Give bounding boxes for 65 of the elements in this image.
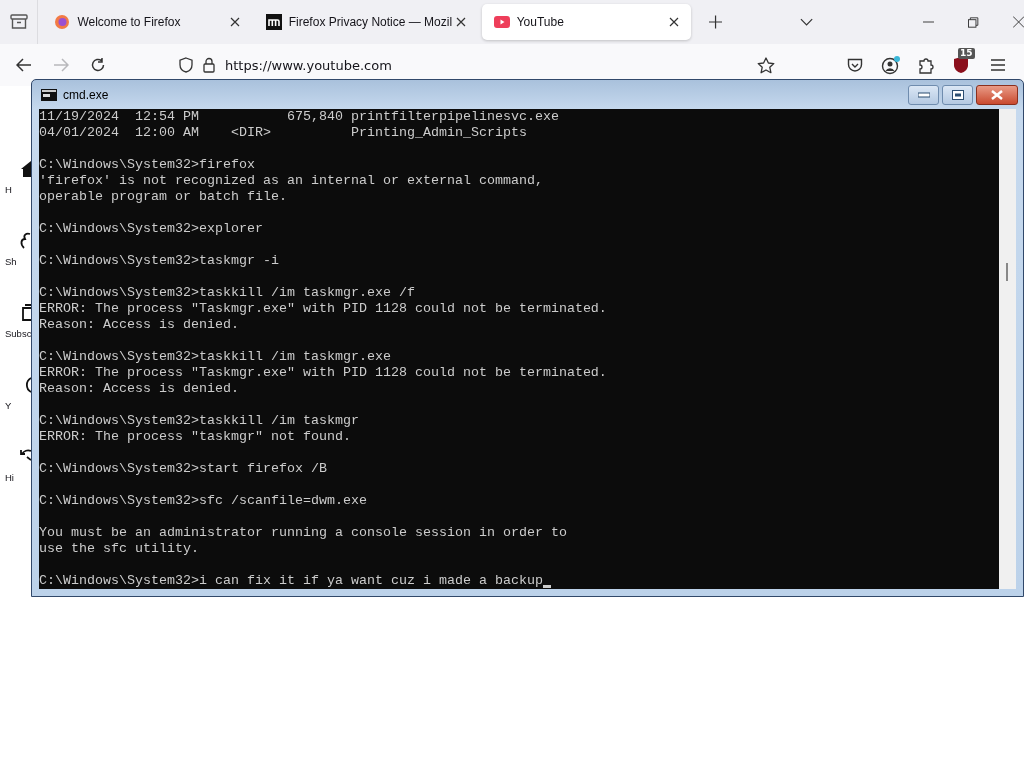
console-line: ERROR: The process "Taskmgr.exe" with PID 1128 could not be terminated. — [39, 301, 607, 317]
console-line: ERROR: The process "taskmgr" not found. — [39, 429, 351, 445]
window-title: cmd.exe — [63, 87, 109, 102]
browser-tab[interactable]: YouTube — [481, 4, 692, 40]
close-icon — [990, 89, 1004, 100]
sidebar-label[interactable]: H — [0, 184, 12, 195]
console-line: 11/19/2024 12:54 PM 675,840 printfilterpipelinesvc.exe — [39, 109, 559, 125]
console-line: C:\Windows\System32>start firefox /B — [39, 461, 327, 477]
console-line: C:\Windows\System32>taskmgr -i — [39, 253, 279, 269]
console-line: C:\Windows\System32>firefox — [39, 157, 255, 173]
reload-icon[interactable] — [90, 57, 106, 73]
console-line: C:\Windows\System32>sfc /scanfile=dwm.exe — [39, 493, 367, 509]
console-line: use the sfc utility. — [39, 541, 199, 557]
tab-title: YouTube — [516, 15, 565, 29]
browser-tab[interactable]: Welcome to Firefox — [42, 4, 252, 40]
account-icon[interactable] — [881, 55, 901, 75]
console-line: 04/01/2024 12:00 AM <DIR> Printing_Admin_Scripts — [39, 125, 527, 141]
puzzle-icon[interactable] — [919, 56, 935, 74]
close-icon[interactable] — [669, 17, 680, 27]
sidebar-label[interactable]: Sh — [0, 256, 17, 267]
restore-icon[interactable] — [968, 16, 979, 28]
sidebar-label[interactable]: Hi — [0, 472, 14, 483]
subscriptions-icon[interactable] — [19, 304, 31, 322]
shield-icon[interactable] — [179, 57, 193, 73]
url-text: https://www.youtube.com — [225, 57, 393, 73]
menu-icon[interactable] — [991, 59, 1005, 71]
extension-badge: 15 — [958, 48, 975, 59]
console-line: C:\Windows\System32>explorer — [39, 221, 263, 237]
console-line: C:\Windows\System32>i can fix it if ya want cuz i made a backup — [39, 573, 543, 589]
close-icon[interactable] — [456, 17, 467, 27]
maximize-button[interactable] — [942, 84, 973, 105]
star-icon[interactable] — [757, 56, 775, 74]
new-tab-icon[interactable] — [709, 15, 723, 29]
tab-title: Firefox Privacy Notice — Mozil — [288, 15, 453, 29]
mozilla-icon — [265, 14, 282, 30]
console-line: 'firefox' is not recognized as an internal or external command, — [39, 173, 543, 189]
console-icon — [41, 88, 57, 101]
home-icon[interactable] — [19, 160, 31, 178]
lock-icon[interactable] — [203, 57, 215, 73]
console-line: ERROR: The process "Taskmgr.exe" with PID 1128 could not be terminated. — [39, 365, 607, 381]
back-icon[interactable] — [16, 58, 32, 72]
browser-tab[interactable]: Firefox Privacy Notice — Mozil — [253, 4, 476, 40]
youtube-icon — [493, 16, 510, 28]
close-icon[interactable] — [229, 17, 240, 27]
pocket-icon[interactable] — [847, 57, 863, 73]
scroll-thumb[interactable] — [1006, 263, 1008, 281]
console-line: C:\Windows\System32>taskkill /im taskmgr.exe /f — [39, 285, 415, 301]
minimize-icon — [917, 91, 930, 98]
sidebar-label[interactable]: Subsc — [0, 328, 32, 339]
close-button[interactable] — [976, 84, 1018, 105]
console-line: Reason: Access is denied. — [39, 317, 239, 333]
console-line: C:\Windows\System32>taskkill /im taskmgr — [39, 413, 359, 429]
sidebar-label[interactable]: Y — [0, 400, 12, 411]
shield-icon — [953, 56, 969, 74]
chevron-down-icon[interactable] — [800, 18, 814, 26]
extension-button[interactable]: 15 — [953, 48, 973, 74]
console-line: C:\Windows\System32>taskkill /im taskmgr.exe — [39, 349, 391, 365]
firefox-icon — [54, 14, 71, 30]
scrollbar[interactable] — [999, 109, 1016, 589]
tab-title: Welcome to Firefox — [77, 15, 182, 29]
address-bar[interactable]: https://www.youtube.com — [171, 49, 781, 81]
console-line: operable program or batch file. — [39, 189, 287, 205]
maximize-icon — [951, 89, 964, 100]
console-line: Reason: Access is denied. — [39, 381, 239, 397]
console-line: You must be an administrator running a console session in order to — [39, 525, 567, 541]
